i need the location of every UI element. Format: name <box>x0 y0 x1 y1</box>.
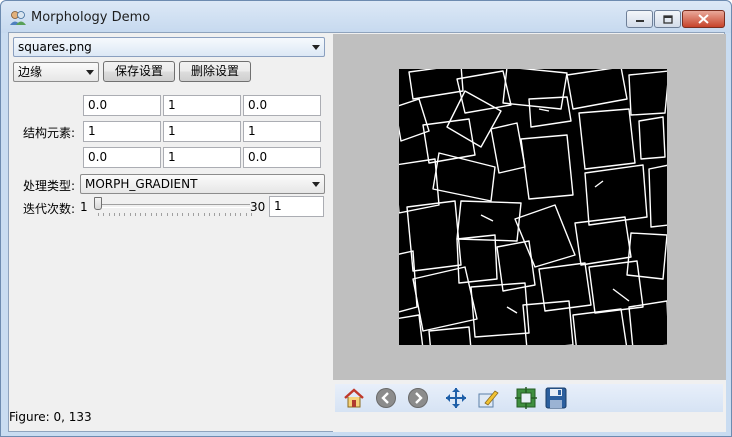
image-select[interactable]: squares.png <box>13 37 325 57</box>
figure-status: Figure: 0, 133 <box>9 410 92 424</box>
slider-tick <box>188 213 189 216</box>
iterations-label: 迭代次数: <box>23 202 76 216</box>
process-type-label: 处理类型: <box>23 179 76 193</box>
slider-tick <box>167 213 168 216</box>
slider-tick <box>98 213 99 216</box>
iterations-input[interactable]: 1 <box>269 196 324 217</box>
slider-tick <box>172 213 173 216</box>
slider-tick <box>225 213 226 216</box>
window-title: Morphology Demo <box>31 10 151 25</box>
kernel-label: 结构元素: <box>23 126 76 140</box>
close-icon <box>698 14 709 24</box>
slider-tick <box>246 213 247 216</box>
slider-tick <box>151 213 152 216</box>
slider-tick <box>124 213 125 216</box>
back-icon[interactable] <box>375 387 397 409</box>
slider-tick <box>235 213 236 216</box>
slider-tick <box>156 213 157 216</box>
maximize-button[interactable] <box>654 10 681 28</box>
slider-tick <box>140 213 141 216</box>
slider-tick <box>161 213 162 216</box>
edit-axes-icon[interactable] <box>477 387 499 409</box>
process-type-select[interactable]: MORPH_GRADIENT <box>80 174 325 194</box>
kernel-cell-1-1[interactable]: 1 <box>163 121 241 142</box>
maximize-icon <box>662 14 673 24</box>
save-settings-button[interactable]: 保存设置 <box>103 61 175 82</box>
slider-tick <box>230 213 231 216</box>
slider-tick <box>193 213 194 216</box>
slider-tick <box>130 213 131 216</box>
main-client: squares.png 边缘 保存设置 删除设置 0.0 1 0.0 结构元素:… <box>8 32 726 432</box>
chevron-down-icon <box>86 70 94 75</box>
slider-tick <box>114 213 115 216</box>
kernel-cell-0-2[interactable]: 0.0 <box>243 95 321 116</box>
configure-subplots-icon[interactable] <box>515 387 537 409</box>
figure-toolbar <box>333 380 726 432</box>
process-type-value: MORPH_GRADIENT <box>85 177 198 191</box>
slider-tick <box>219 213 220 216</box>
kernel-cell-2-0[interactable]: 0.0 <box>83 147 161 168</box>
figure-canvas[interactable] <box>333 34 726 380</box>
app-icon <box>10 11 26 25</box>
slider-tick <box>182 213 183 216</box>
slider-tick <box>145 213 146 216</box>
slider-tick <box>135 213 136 216</box>
preset-select-value: 边缘 <box>18 65 43 79</box>
morphology-result-image <box>394 64 670 354</box>
chevron-down-icon <box>312 182 320 187</box>
chevron-down-icon <box>312 45 320 50</box>
slider-tick <box>204 213 205 216</box>
delete-settings-button[interactable]: 删除设置 <box>179 61 251 82</box>
slider-tick <box>103 213 104 216</box>
close-button[interactable] <box>682 10 725 28</box>
image-plot[interactable] <box>394 64 670 354</box>
slider-tick <box>209 213 210 216</box>
minimize-button[interactable] <box>626 10 653 28</box>
iterations-slider-thumb[interactable] <box>94 197 102 210</box>
forward-icon[interactable] <box>407 387 429 409</box>
slider-tick <box>119 213 120 216</box>
slider-tick <box>198 213 199 216</box>
kernel-cell-2-2[interactable]: 0.0 <box>243 147 321 168</box>
pan-icon[interactable] <box>445 387 467 409</box>
minimize-icon <box>635 20 644 22</box>
save-icon[interactable] <box>545 387 567 409</box>
kernel-cell-0-0[interactable]: 0.0 <box>83 95 161 116</box>
kernel-cell-1-2[interactable]: 1 <box>243 121 321 142</box>
iterations-slider-track[interactable] <box>100 204 250 208</box>
slider-tick <box>109 213 110 216</box>
kernel-cell-2-1[interactable]: 1 <box>163 147 241 168</box>
iterations-slider-ticks <box>98 213 252 216</box>
slider-tick <box>177 213 178 216</box>
iterations-min-label: 1 <box>80 200 88 214</box>
image-select-value: squares.png <box>18 40 92 54</box>
slider-tick <box>214 213 215 216</box>
preset-select[interactable]: 边缘 <box>13 62 99 82</box>
app-window: Morphology Demo squares.png 边缘 保存设置 删除设置… <box>0 0 732 437</box>
iterations-max-label: 30 <box>250 200 266 214</box>
home-icon[interactable] <box>343 387 365 409</box>
slider-tick <box>240 213 241 216</box>
kernel-cell-0-1[interactable]: 1 <box>163 95 241 116</box>
kernel-cell-1-0[interactable]: 1 <box>83 121 161 142</box>
title-bar[interactable]: Morphology Demo <box>1 1 731 33</box>
